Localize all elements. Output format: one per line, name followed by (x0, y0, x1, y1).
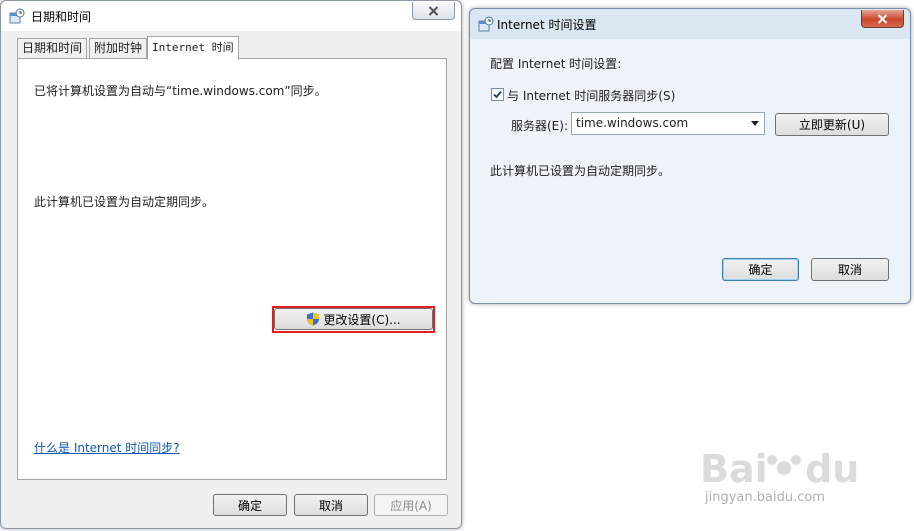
date-time-titlebar[interactable]: 日期和时间 (1, 1, 461, 31)
dropdown-arrow-icon[interactable] (751, 121, 759, 126)
schedule-status-text: 此计算机已设置为自动定期同步。 (34, 195, 215, 209)
date-time-window: 日期和时间 日期和时间 附加时钟 Internet 时间 已将计算机设置为自动与… (0, 0, 462, 529)
svg-text:du: du (805, 447, 859, 491)
server-value: time.windows.com (576, 116, 689, 130)
window-title: 日期和时间 (31, 10, 92, 24)
dialog-cancel-button[interactable]: 取消 (811, 258, 889, 281)
close-button[interactable] (412, 2, 455, 20)
sync-checkbox[interactable] (491, 88, 504, 101)
baidu-watermark-logo: Bai du (700, 447, 859, 491)
help-link[interactable]: 什么是 Internet 时间同步? (34, 439, 180, 456)
checkmark-icon (493, 90, 502, 99)
tab-internet-time[interactable]: Internet 时间 (147, 36, 239, 60)
sync-checkbox-label[interactable]: 与 Internet 时间服务器同步(S) (507, 87, 675, 104)
close-icon (428, 5, 439, 16)
internet-time-settings-dialog: Internet 时间设置 配置 Internet 时间设置: 与 Intern… (469, 8, 911, 304)
highlight-annotation-box (272, 306, 435, 333)
update-now-button[interactable]: 立即更新(U) (775, 113, 889, 136)
dialog-close-button[interactable] (861, 10, 904, 28)
internet-time-panel: 已将计算机设置为自动与“time.windows.com”同步。 此计算机已设置… (17, 58, 447, 480)
ok-button[interactable]: 确定 (213, 494, 287, 516)
dialog-schedule-status-text: 此计算机已设置为自动定期同步。 (490, 164, 671, 178)
server-combobox[interactable]: time.windows.com (571, 112, 765, 135)
tab-date-time[interactable]: 日期和时间 (17, 38, 88, 59)
sync-status-text: 已将计算机设置为自动与“time.windows.com”同步。 (34, 84, 327, 98)
apply-button[interactable]: 应用(A) (374, 494, 448, 516)
clock-calendar-icon (9, 8, 25, 24)
tab-additional-clocks[interactable]: 附加时钟 (89, 38, 148, 59)
dialog-titlebar[interactable]: Internet 时间设置 (470, 9, 910, 39)
dialog-title: Internet 时间设置 (497, 18, 597, 32)
configure-heading: 配置 Internet 时间设置: (490, 57, 622, 71)
svg-text:Bai: Bai (700, 447, 768, 491)
cancel-button[interactable]: 取消 (294, 494, 368, 516)
server-label: 服务器(E): (511, 119, 568, 133)
close-icon (877, 13, 888, 24)
clock-calendar-icon (478, 16, 494, 32)
dialog-ok-button[interactable]: 确定 (722, 258, 799, 281)
watermark-text: jingyan.baidu.com (705, 490, 825, 505)
